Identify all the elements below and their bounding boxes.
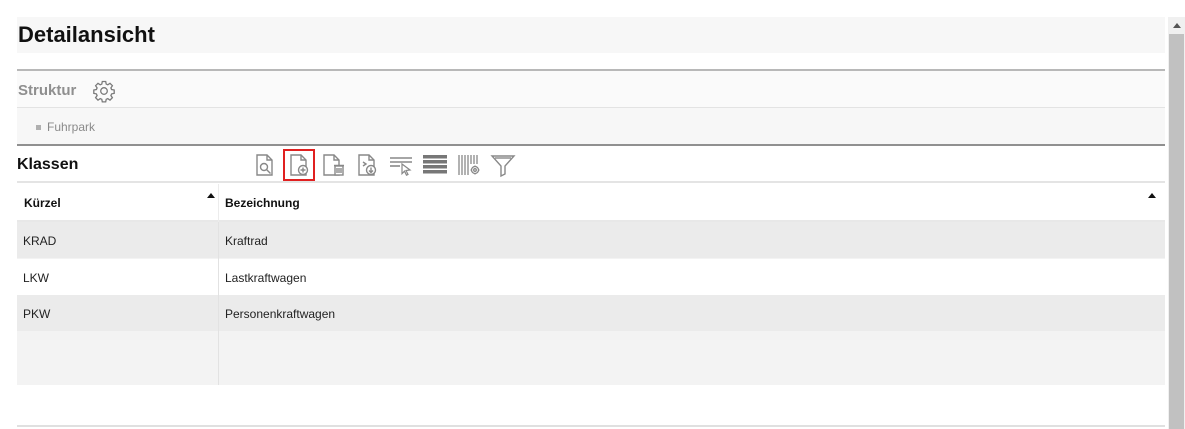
table-row[interactable]: PKW Personenkraftwagen — [17, 295, 1165, 331]
table-body: KRAD Kraftrad LKW Lastkraftwagen PKW Per… — [17, 222, 1165, 385]
list-view-icon[interactable] — [419, 149, 451, 181]
column-header-bezeichnung[interactable]: Bezeichnung — [225, 196, 300, 210]
klassen-section-header: Klassen — [17, 144, 1165, 183]
column-header-kuerzel[interactable]: Kürzel — [24, 196, 61, 210]
column-settings-icon[interactable] — [453, 149, 485, 181]
tree-item-label: Fuhrpark — [47, 120, 96, 134]
vertical-scrollbar[interactable] — [1168, 17, 1185, 429]
view-document-icon[interactable] — [249, 149, 281, 181]
select-rows-icon[interactable] — [385, 149, 417, 181]
scroll-up-icon[interactable] — [1168, 17, 1185, 34]
sort-asc-icon[interactable] — [207, 193, 215, 198]
table-row[interactable]: LKW Lastkraftwagen — [17, 259, 1165, 295]
page-title: Detailansicht — [18, 22, 155, 47]
cell-kuerzel: PKW — [23, 307, 51, 321]
struktur-label: Struktur — [18, 82, 77, 99]
sort-asc-icon[interactable] — [1148, 193, 1156, 198]
struktur-section-header: Struktur — [17, 69, 1165, 108]
structure-tree: Fuhrpark — [17, 108, 1165, 144]
gear-icon[interactable] — [92, 79, 116, 103]
cell-bezeichnung: Lastkraftwagen — [225, 271, 307, 285]
column-divider — [218, 222, 219, 385]
cell-bezeichnung: Personenkraftwagen — [225, 307, 336, 321]
new-document-icon[interactable] — [283, 149, 315, 181]
tree-item-fuhrpark[interactable]: Fuhrpark — [36, 120, 95, 134]
cell-bezeichnung: Kraftrad — [225, 234, 268, 248]
table-row[interactable]: KRAD Kraftrad — [17, 222, 1165, 258]
cell-kuerzel: LKW — [23, 271, 50, 285]
page-header: Detailansicht — [17, 17, 1165, 53]
column-divider[interactable] — [218, 184, 219, 222]
export-document-icon[interactable] — [351, 149, 383, 181]
scrollbar-thumb[interactable] — [1169, 34, 1184, 429]
delete-document-icon[interactable] — [317, 149, 349, 181]
table-header: Kürzel Bezeichnung — [17, 184, 1165, 222]
cell-kuerzel: KRAD — [23, 234, 57, 248]
filter-icon[interactable] — [487, 149, 519, 181]
divider — [17, 425, 1165, 427]
klassen-title: Klassen — [17, 156, 79, 173]
bullet-icon — [36, 124, 41, 130]
